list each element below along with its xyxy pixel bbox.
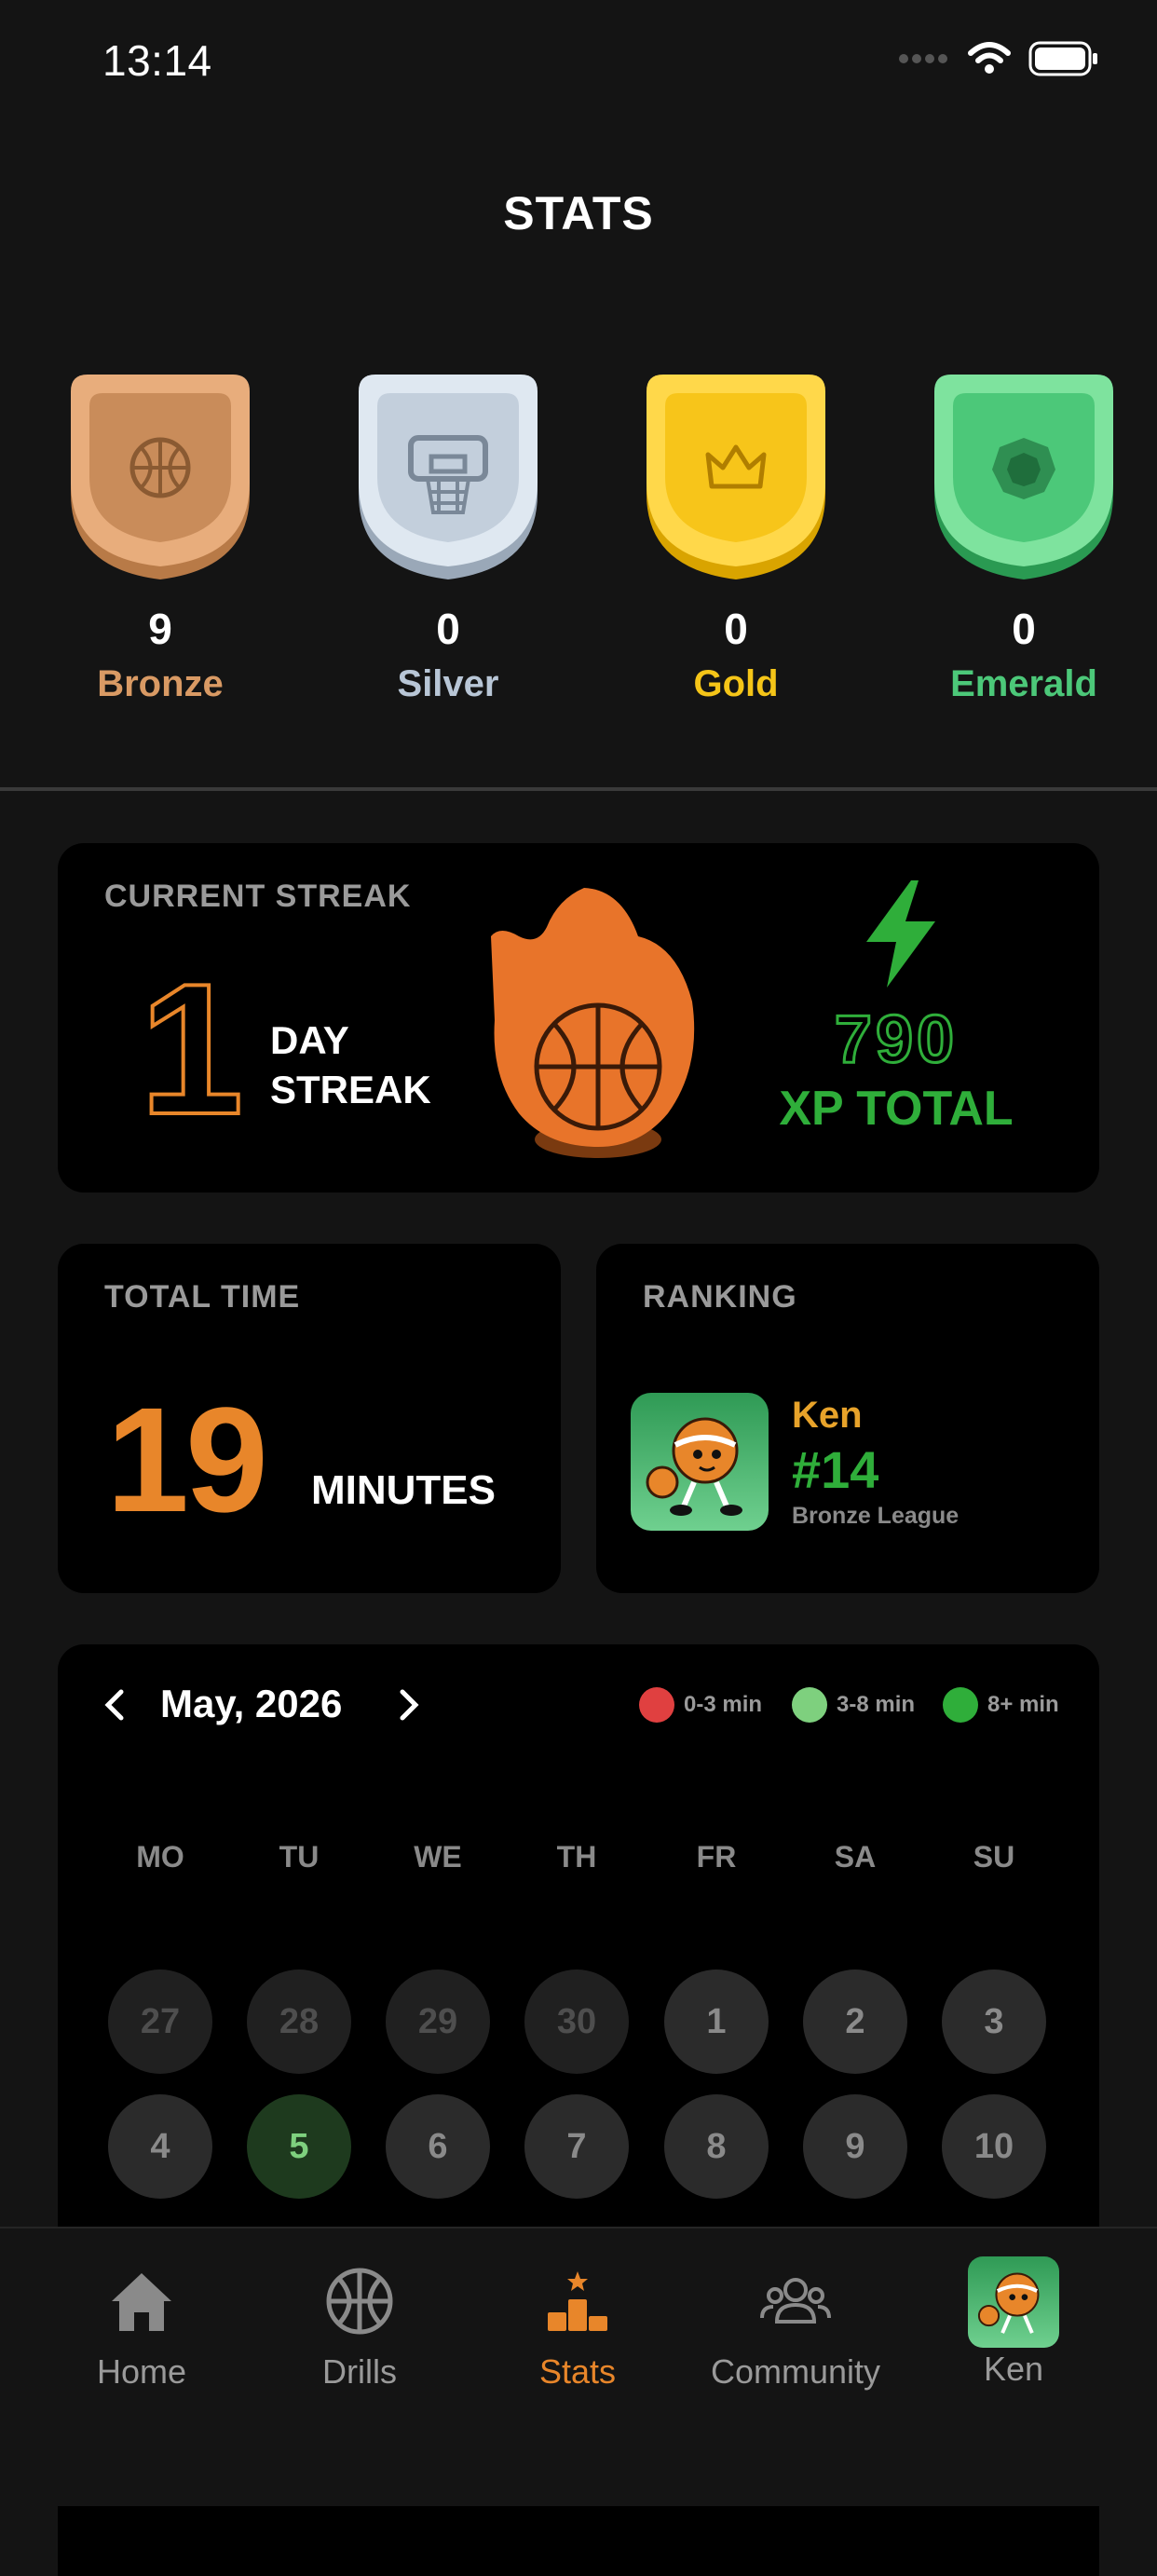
streak-label: CURRENT STREAK	[104, 879, 412, 914]
weekday-label: TU	[279, 1840, 320, 1874]
tab-label: Ken	[983, 2350, 1044, 2388]
mascot-icon	[646, 1417, 742, 1516]
silver-shield-icon	[359, 375, 538, 579]
battery-icon	[1028, 41, 1097, 76]
total-time-unit: MINUTES	[311, 1467, 496, 1513]
calendar-day[interactable]: 9	[803, 2094, 907, 2199]
home-icon	[112, 2273, 171, 2331]
calendar-day[interactable]: 8	[664, 2094, 769, 2199]
badge-emerald[interactable]: 0 Emerald	[931, 373, 1117, 705]
tab-label: Drills	[322, 2352, 397, 2391]
weekday-label: TH	[556, 1840, 597, 1874]
emerald-shield-icon	[934, 375, 1113, 579]
badge-count: 0	[724, 605, 748, 653]
calendar-day[interactable]: 4	[108, 2094, 212, 2199]
weekday-label: MO	[136, 1840, 184, 1874]
calendar-day-active[interactable]: 5	[247, 2094, 351, 2199]
weekday-label: FR	[696, 1840, 737, 1874]
total-time-label: TOTAL TIME	[104, 1279, 301, 1315]
podium-icon	[548, 2271, 607, 2331]
weekday-label: SA	[834, 1840, 877, 1874]
ranking-name: Ken	[792, 1395, 863, 1436]
calendar-month: May, 2026	[160, 1682, 343, 1725]
mascot-icon	[977, 2272, 1040, 2334]
calendar-day[interactable]: 2	[803, 1969, 907, 2074]
badge-count: 0	[1012, 605, 1036, 653]
ranking-label: RANKING	[643, 1279, 797, 1315]
badge-name: Emerald	[950, 663, 1097, 704]
badge-name: Bronze	[97, 663, 224, 704]
status-icons	[898, 41, 1099, 76]
signal-icon	[899, 54, 947, 63]
legend-mid: 3-8 min	[792, 1687, 915, 1723]
calendar-day[interactable]: 6	[386, 2094, 490, 2199]
lightning-icon	[866, 880, 935, 988]
avatar	[968, 2256, 1059, 2348]
status-time: 13:14	[102, 36, 212, 85]
avatar	[631, 1393, 769, 1531]
xp-label: XP TOTAL	[779, 1082, 1014, 1136]
calendar-day[interactable]: 30	[524, 1969, 629, 2074]
ranking-position: #14	[792, 1440, 879, 1499]
streak-line1: DAY	[270, 1018, 349, 1062]
legend-low: 0-3 min	[639, 1687, 762, 1723]
streak-number: 1	[112, 944, 270, 1155]
legend-label: 3-8 min	[837, 1692, 916, 1717]
legend-dot-red	[639, 1687, 674, 1723]
weekday-label: SU	[973, 1840, 1015, 1874]
tab-home[interactable]: Home	[39, 2264, 244, 2392]
tab-label: Community	[710, 2352, 881, 2391]
chevron-left-icon[interactable]	[101, 1688, 127, 1722]
tab-profile[interactable]: Ken	[911, 2256, 1116, 2389]
calendar-day[interactable]: 29	[386, 1969, 490, 2074]
xp-value: 790	[833, 1002, 959, 1079]
legend-label: 8+ min	[987, 1692, 1059, 1717]
calendar-day[interactable]: 1	[664, 1969, 769, 2074]
ranking-card[interactable]: RANKING Ken #14 Bronze League	[596, 1244, 1099, 1593]
badge-name: Gold	[693, 663, 779, 704]
weekday-label: WE	[414, 1840, 462, 1874]
streak-card: CURRENT STREAK 1 DAY STREAK 790 XP TOTAL	[58, 843, 1099, 1193]
people-icon	[760, 2278, 831, 2324]
total-time-value: 19	[106, 1376, 268, 1543]
badge-bronze[interactable]: 9 Bronze	[67, 373, 253, 705]
calendar-day[interactable]: 28	[247, 1969, 351, 2074]
tab-community[interactable]: Community	[693, 2264, 898, 2392]
calendar-day[interactable]: 27	[108, 1969, 212, 2074]
page-title: STATS	[503, 187, 654, 239]
badge-gold[interactable]: 0 Gold	[643, 373, 829, 705]
legend-label: 0-3 min	[684, 1692, 763, 1717]
streak-number-outline: 1	[138, 944, 245, 1155]
basketball-icon	[326, 2268, 393, 2335]
tab-label: Stats	[538, 2352, 617, 2391]
badge-count: 9	[148, 605, 172, 653]
badge-silver[interactable]: 0 Silver	[355, 373, 541, 705]
streak-digit: 1	[140, 974, 243, 1123]
streak-line2: STREAK	[270, 1068, 431, 1111]
legend-high: 8+ min	[943, 1687, 1059, 1723]
calendar-day[interactable]: 10	[942, 2094, 1046, 2199]
calendar-day[interactable]: 3	[942, 1969, 1046, 2074]
wifi-icon	[968, 42, 1011, 74]
tab-stats[interactable]: Stats	[475, 2264, 680, 2392]
badges-row: 9 Bronze 0 Silver 0 Gold 0 Emerald	[0, 373, 1157, 717]
ranking-league: Bronze League	[792, 1503, 960, 1529]
tab-drills[interactable]: Drills	[257, 2264, 462, 2392]
section-divider	[0, 787, 1157, 791]
badge-name: Silver	[397, 663, 499, 704]
bronze-shield-icon	[71, 375, 250, 579]
chevron-right-icon[interactable]	[397, 1688, 423, 1722]
gold-shield-icon	[647, 375, 825, 579]
flame-basketball-icon	[491, 888, 695, 1158]
legend-dot-light-green	[792, 1687, 827, 1723]
tab-label: Home	[96, 2352, 187, 2391]
total-time-card: TOTAL TIME 19 MINUTES	[58, 1244, 561, 1593]
badge-count: 0	[436, 605, 460, 653]
legend-dot-green	[943, 1687, 978, 1723]
calendar-day[interactable]: 7	[524, 2094, 629, 2199]
